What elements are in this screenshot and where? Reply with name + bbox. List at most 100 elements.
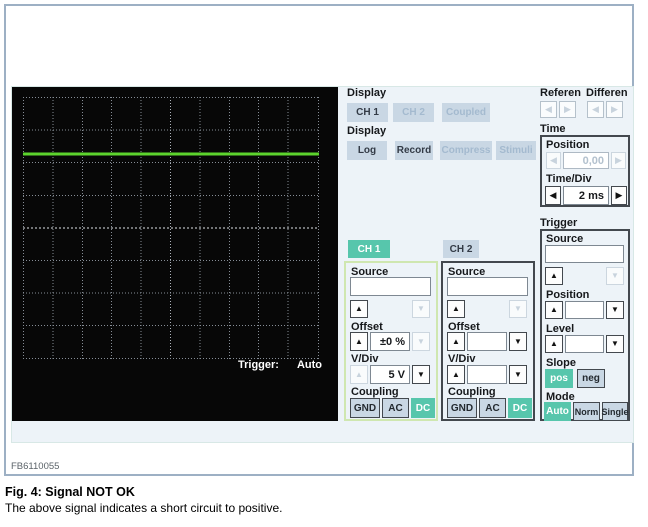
reference-next-button[interactable]: ▶ xyxy=(559,101,576,118)
reference-prev-button[interactable]: ◀ xyxy=(540,101,557,118)
chevron-left-icon: ◀ xyxy=(549,190,557,200)
time-position-value[interactable]: 0,00 xyxy=(563,152,609,169)
time-position-label: Position xyxy=(546,139,590,151)
triangle-up-icon: ▲ xyxy=(452,369,460,379)
mode-auto-button[interactable]: Auto xyxy=(544,402,571,421)
trigger-label: Trigger xyxy=(540,217,578,229)
figure-caption-title: Fig. 4: Signal NOT OK xyxy=(5,485,135,499)
trigger-position-up-button[interactable]: ▲ xyxy=(545,301,563,319)
triangle-down-icon: ▼ xyxy=(514,369,522,379)
ch1-vdiv-label: V/Div xyxy=(351,353,379,365)
ch2-vdiv-label: V/Div xyxy=(448,353,476,365)
timediv-value[interactable]: 2 ms xyxy=(563,186,609,205)
triangle-up-icon: ▲ xyxy=(452,336,460,346)
difference-prev-button[interactable]: ◀ xyxy=(587,101,604,118)
ch2-offset-value[interactable] xyxy=(467,332,507,351)
time-position-increment-button[interactable]: ▶ xyxy=(611,152,626,169)
difference-label: Differen xyxy=(586,87,628,99)
ch2-source-input[interactable] xyxy=(447,277,528,296)
ch1-vdiv-down-button[interactable]: ▼ xyxy=(412,365,430,384)
slope-neg-button[interactable]: neg xyxy=(577,369,605,388)
triangle-down-icon: ▼ xyxy=(417,304,425,313)
display-ch1-button[interactable]: CH 1 xyxy=(347,103,388,122)
ch1-offset-up-button[interactable]: ▲ xyxy=(350,332,368,351)
figure-code: FB6110055 xyxy=(11,461,60,472)
chevron-left-icon: ◀ xyxy=(592,104,599,114)
trigger-source-input[interactable] xyxy=(545,245,624,263)
trigger-source-down-button[interactable]: ▼ xyxy=(606,267,624,285)
trigger-position-label: Position xyxy=(546,289,590,301)
scope-display: Trigger: Auto xyxy=(12,87,338,421)
stimuli-button[interactable]: Stimuli xyxy=(496,141,536,160)
triangle-up-icon: ▲ xyxy=(355,369,363,379)
ch1-source-input[interactable] xyxy=(350,277,431,296)
trigger-level-up-button[interactable]: ▲ xyxy=(545,335,563,353)
triangle-down-icon: ▼ xyxy=(417,336,425,346)
trigger-position-value[interactable] xyxy=(565,301,604,319)
log-button[interactable]: Log xyxy=(347,141,387,160)
trigger-status-label: Trigger: xyxy=(238,359,279,371)
ch2-coupling-ac-button[interactable]: AC xyxy=(479,398,506,418)
triangle-up-icon: ▲ xyxy=(452,304,460,313)
triangle-down-icon: ▼ xyxy=(417,369,425,379)
triangle-up-icon: ▲ xyxy=(355,304,363,313)
chevron-left-icon: ◀ xyxy=(550,155,557,165)
chevron-left-icon: ◀ xyxy=(545,104,552,114)
compress-button[interactable]: Compress xyxy=(440,141,492,160)
scope-grid xyxy=(23,97,319,359)
ch1-coupling-dc-button[interactable]: DC xyxy=(411,398,435,418)
ch1-source-down-button[interactable]: ▼ xyxy=(412,300,430,318)
display-ch2-button[interactable]: CH 2 xyxy=(393,103,434,122)
triangle-up-icon: ▲ xyxy=(550,271,558,280)
ch1-vdiv-value[interactable]: 5 V xyxy=(370,365,410,384)
timediv-increment-button[interactable]: ▶ xyxy=(611,186,627,205)
trigger-status-value: Auto xyxy=(296,359,322,371)
ch2-vdiv-value[interactable] xyxy=(467,365,507,384)
ch1-offset-value[interactable]: ±0 % xyxy=(370,332,410,351)
trigger-level-value[interactable] xyxy=(565,335,604,353)
trigger-slope-label: Slope xyxy=(546,357,576,369)
display-coupled-button[interactable]: Coupled xyxy=(442,103,490,122)
chevron-right-icon: ▶ xyxy=(564,104,571,114)
trigger-source-up-button[interactable]: ▲ xyxy=(545,267,563,285)
reference-label: Referen xyxy=(540,87,581,99)
triangle-down-icon: ▼ xyxy=(514,336,522,346)
triangle-down-icon: ▼ xyxy=(611,305,619,314)
ch2-source-up-button[interactable]: ▲ xyxy=(447,300,465,318)
ch1-source-up-button[interactable]: ▲ xyxy=(350,300,368,318)
triangle-down-icon: ▼ xyxy=(514,304,522,313)
chevron-right-icon: ▶ xyxy=(611,104,618,114)
chevron-right-icon: ▶ xyxy=(615,155,622,165)
slope-pos-button[interactable]: pos xyxy=(545,369,573,388)
triangle-down-icon: ▼ xyxy=(611,271,619,280)
ch2-offset-up-button[interactable]: ▲ xyxy=(447,332,465,351)
trigger-position-down-button[interactable]: ▼ xyxy=(606,301,624,319)
ch2-source-down-button[interactable]: ▼ xyxy=(509,300,527,318)
trigger-status: Trigger: Auto xyxy=(238,359,322,371)
ch1-coupling-ac-button[interactable]: AC xyxy=(382,398,409,418)
trigger-level-down-button[interactable]: ▼ xyxy=(606,335,624,353)
timediv-decrement-button[interactable]: ◀ xyxy=(545,186,561,205)
figure-caption-text: The above signal indicates a short circu… xyxy=(5,501,283,515)
ch1-vdiv-up-button[interactable]: ▲ xyxy=(350,365,368,384)
ch2-offset-down-button[interactable]: ▼ xyxy=(509,332,527,351)
ch2-tab-button[interactable]: CH 2 xyxy=(443,240,479,258)
trigger-source-label: Source xyxy=(546,233,584,245)
ch1-offset-down-button[interactable]: ▼ xyxy=(412,332,430,351)
triangle-up-icon: ▲ xyxy=(355,336,363,346)
display-modes-label: Display xyxy=(347,125,387,137)
ch2-vdiv-down-button[interactable]: ▼ xyxy=(509,365,527,384)
ch2-coupling-dc-button[interactable]: DC xyxy=(508,398,532,418)
ch1-coupling-gnd-button[interactable]: GND xyxy=(350,398,380,418)
difference-next-button[interactable]: ▶ xyxy=(606,101,623,118)
trigger-level-label: Level xyxy=(546,323,575,335)
ch2-coupling-gnd-button[interactable]: GND xyxy=(447,398,477,418)
ch2-vdiv-up-button[interactable]: ▲ xyxy=(447,365,465,384)
time-position-decrement-button[interactable]: ◀ xyxy=(546,152,561,169)
ch1-tab-button[interactable]: CH 1 xyxy=(348,240,390,258)
mode-norm-button[interactable]: Norm xyxy=(573,402,600,421)
timediv-label: Time/Div xyxy=(546,173,592,185)
record-button[interactable]: Record xyxy=(395,141,433,160)
ch1-coupling-label: Coupling xyxy=(351,386,399,398)
mode-single-button[interactable]: Single xyxy=(602,402,629,421)
